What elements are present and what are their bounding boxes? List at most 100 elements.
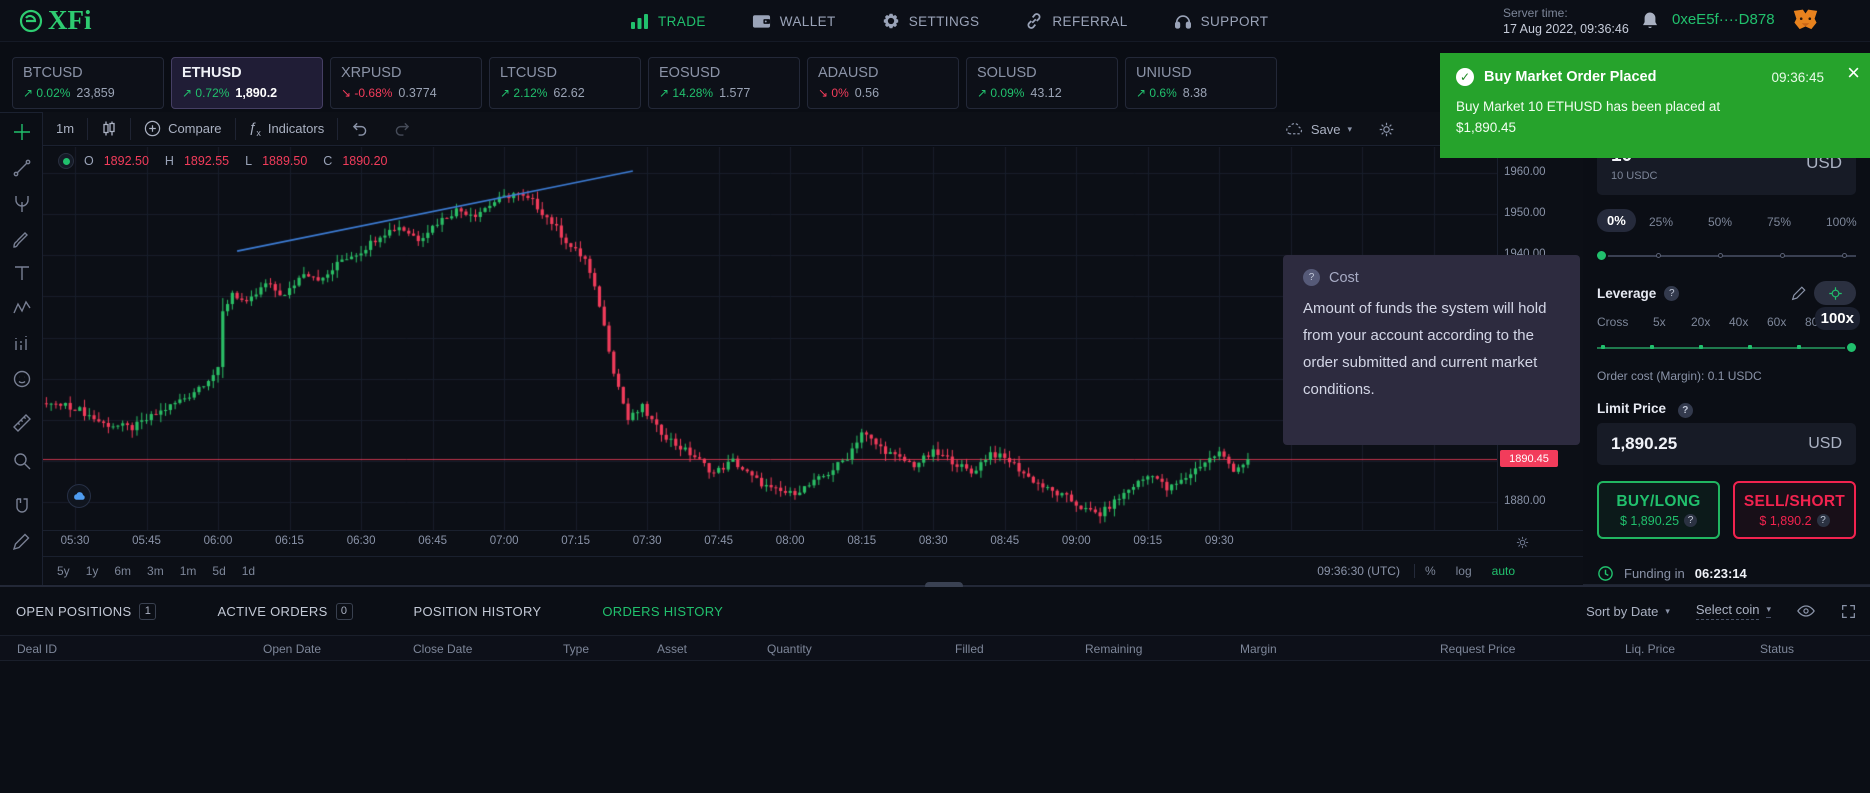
time-axis-label: 06:15 xyxy=(268,535,312,547)
ticker-btcusd[interactable]: BTCUSD↗ 0.02%23,859 xyxy=(12,57,164,109)
limit-price-value: 1,890.25 xyxy=(1611,434,1677,454)
interval-select[interactable]: 1m xyxy=(43,112,87,146)
magnet-icon[interactable] xyxy=(12,497,32,517)
pattern-icon[interactable] xyxy=(12,298,32,318)
limit-price-label: Limit Price xyxy=(1597,401,1666,416)
timeframe-6m[interactable]: 6m xyxy=(106,564,139,578)
slider-stop xyxy=(1650,345,1654,349)
time-axis-label: 08:00 xyxy=(768,535,812,547)
column-header: Deal ID xyxy=(17,642,57,656)
ticker-adausd[interactable]: ADAUSD↘ 0%0.56 xyxy=(807,57,959,109)
limit-price-input[interactable]: 1,890.25 USD xyxy=(1597,423,1856,465)
ticker-change: ↗ 14.28% xyxy=(659,86,713,100)
ticker-change-row: ↗ 14.28%1.577 xyxy=(659,86,789,100)
emoji-icon[interactable] xyxy=(12,369,32,389)
toast-close-icon[interactable]: × xyxy=(1847,63,1860,83)
ticker-ltcusd[interactable]: LTCUSD↗ 2.12%62.62 xyxy=(489,57,641,109)
ticker-ethusd[interactable]: ETHUSD↗ 0.72%1,890.2 xyxy=(171,57,323,109)
candlestick-canvas[interactable] xyxy=(43,147,1498,530)
candle-style-button[interactable] xyxy=(88,112,130,146)
amount-percent-slider[interactable] xyxy=(1597,251,1856,261)
ticker-change-row: ↗ 0.6%8.38 xyxy=(1136,86,1266,100)
buy-fee-help-icon[interactable]: ? xyxy=(1684,514,1697,527)
auto-scale-button[interactable]: auto xyxy=(1482,564,1525,578)
metamask-fox-icon[interactable] xyxy=(1792,7,1819,33)
tooltip-title: Cost xyxy=(1329,270,1359,286)
text-icon[interactable] xyxy=(12,263,32,283)
sell-short-button[interactable]: SELL/SHORT $ 1,890.2? xyxy=(1733,481,1856,539)
chart-clock[interactable]: 09:36:30 (UTC) xyxy=(1317,564,1415,578)
gear-icon xyxy=(1378,121,1395,138)
leverage-mode-toggle[interactable] xyxy=(1814,281,1856,305)
redo-button[interactable] xyxy=(381,112,424,146)
time-axis[interactable]: 05:3005:4506:0006:1506:3006:4507:0007:15… xyxy=(43,530,1583,556)
leverage-help-icon[interactable]: ? xyxy=(1664,286,1679,301)
tab-orders-history[interactable]: ORDERS HISTORY xyxy=(602,604,723,619)
tab-count-badge: 0 xyxy=(336,603,353,620)
brush-icon[interactable] xyxy=(12,229,32,249)
timeframe-5y[interactable]: 5y xyxy=(49,564,78,578)
series-toggle[interactable] xyxy=(58,153,74,169)
ticker-symbol: XRPUSD xyxy=(341,65,471,81)
indicators-button[interactable]: ƒx Indicators xyxy=(236,112,338,146)
limit-price-help-icon[interactable]: ? xyxy=(1678,403,1693,418)
timeframe-1y[interactable]: 1y xyxy=(78,564,107,578)
visibility-eye-icon[interactable] xyxy=(1797,604,1815,618)
time-axis-label: 09:30 xyxy=(1197,535,1241,547)
notifications-bell-icon[interactable] xyxy=(1640,10,1660,31)
zoom-icon[interactable] xyxy=(12,451,32,471)
save-layout-button[interactable]: Save ▾ xyxy=(1272,112,1365,146)
timeframe-1m[interactable]: 1m xyxy=(172,564,205,578)
timeframe-3m[interactable]: 3m xyxy=(139,564,172,578)
tab-position-history[interactable]: POSITION HISTORY xyxy=(414,604,542,619)
axis-settings-icon[interactable] xyxy=(1515,535,1530,550)
ticker-solusd[interactable]: SOLUSD↗ 0.09%43.12 xyxy=(966,57,1118,109)
nav-item-settings[interactable]: SETTINGS xyxy=(882,12,980,30)
edit-leverage-icon[interactable] xyxy=(1791,286,1806,301)
leverage-slider[interactable] xyxy=(1597,343,1856,353)
sort-by-dropdown[interactable]: Sort by Date▾ xyxy=(1586,604,1670,619)
expand-panel-icon[interactable] xyxy=(1841,604,1856,619)
undo-icon xyxy=(351,121,368,136)
undo-button[interactable] xyxy=(338,112,381,146)
ticker-eosusd[interactable]: EOSUSD ↗ 14.28%1.577 xyxy=(648,57,800,109)
wallet-address[interactable]: 0xeE5f····D878 xyxy=(1672,11,1775,28)
nav-item-referral[interactable]: REFERRAL xyxy=(1025,12,1127,30)
publish-idea-button[interactable] xyxy=(67,484,91,508)
log-scale-button[interactable]: log xyxy=(1446,564,1482,578)
slider-stop xyxy=(1601,345,1605,349)
logo-text: XFi xyxy=(48,5,92,36)
column-header: Remaining xyxy=(1085,642,1142,656)
ticker-uniusd[interactable]: UNIUSD↗ 0.6%8.38 xyxy=(1125,57,1277,109)
tab-open-positions[interactable]: OPEN POSITIONS1 xyxy=(16,603,156,620)
timeframe-1d[interactable]: 1d xyxy=(234,564,263,578)
ticker-symbol: EOSUSD xyxy=(659,65,789,81)
nav-item-label: WALLET xyxy=(780,14,836,29)
buy-long-button[interactable]: BUY/LONG $ 1,890.25? xyxy=(1597,481,1720,539)
pencil-icon[interactable] xyxy=(12,531,32,551)
nav-item-wallet[interactable]: WALLET xyxy=(752,13,836,29)
leverage-slider-knob[interactable] xyxy=(1845,341,1858,354)
ticker-xrpusd[interactable]: XRPUSD↘ -0.68%0.3774 xyxy=(330,57,482,109)
time-axis-label: 07:30 xyxy=(625,535,669,547)
compare-button[interactable]: Compare xyxy=(131,112,234,146)
crosshair-icon[interactable] xyxy=(12,122,32,142)
percent-slider-knob[interactable] xyxy=(1595,249,1608,262)
column-header: Close Date xyxy=(413,642,472,656)
select-coin-dropdown[interactable]: Select coin▾ xyxy=(1696,602,1771,620)
forecast-icon[interactable] xyxy=(12,333,32,353)
timeframe-5d[interactable]: 5d xyxy=(204,564,233,578)
percent-scale-button[interactable]: % xyxy=(1415,564,1446,578)
leverage-mark: 5x xyxy=(1653,315,1666,329)
sell-fee-help-icon[interactable]: ? xyxy=(1817,514,1830,527)
trend-line-icon[interactable] xyxy=(12,158,32,178)
ruler-icon[interactable] xyxy=(12,413,32,433)
nav-item-support[interactable]: SUPPORT xyxy=(1174,13,1269,30)
nav-item-trade[interactable]: TRADE xyxy=(630,13,706,29)
xfi-logo[interactable]: XFi xyxy=(18,5,92,36)
tab-active-orders[interactable]: ACTIVE ORDERS0 xyxy=(217,603,352,620)
fx-icon: ƒx xyxy=(249,119,261,138)
chart-settings-button[interactable] xyxy=(1365,112,1408,146)
pitchfork-icon[interactable] xyxy=(12,194,32,214)
percent-current: 0% xyxy=(1597,209,1636,232)
